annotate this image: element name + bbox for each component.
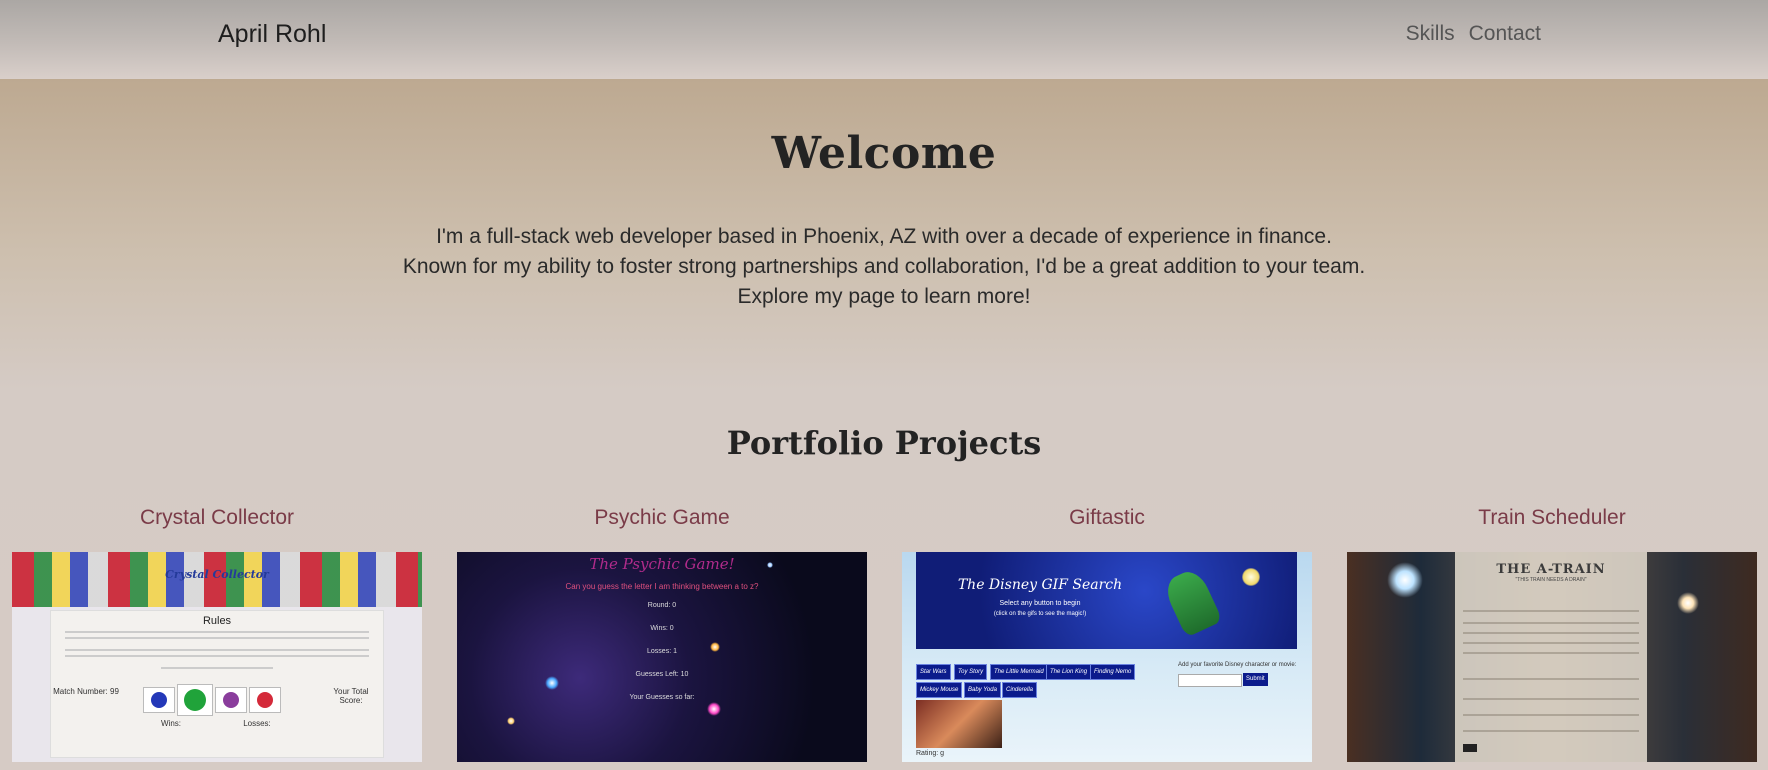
gif-button: Star Wars <box>916 664 951 680</box>
gif-button: The Lion King <box>1046 664 1092 680</box>
station-light-icon <box>1387 562 1423 598</box>
form-line <box>1463 730 1639 732</box>
wins-label: Wins: <box>161 719 181 728</box>
nav-links: Skills Contact <box>1406 22 1541 46</box>
project-thumbnail-giftastic[interactable]: The Disney GIF Search Select any button … <box>902 552 1312 762</box>
station-light-icon <box>1677 592 1699 614</box>
intro-line: I'm a full-stack web developer based in … <box>436 225 1332 248</box>
gif-button: Toy Story <box>954 664 988 680</box>
table-row <box>1463 610 1639 612</box>
star-icon <box>545 676 559 690</box>
thumb-subtitle: Select any button to begin <box>999 600 1081 607</box>
thumb-losses: Losses: 1 <box>647 648 677 655</box>
add-input <box>1178 674 1242 687</box>
main-content: Welcome I'm a full-stack web developer b… <box>0 79 1768 770</box>
nav-link-skills[interactable]: Skills <box>1406 22 1455 46</box>
project-title-train-scheduler[interactable]: Train Scheduler <box>1347 506 1757 530</box>
losses-label: Losses: <box>243 719 271 728</box>
star-icon <box>507 717 515 725</box>
thumb-heading: The Psychic Game! <box>589 555 735 573</box>
tinkerbell-icon <box>1242 568 1260 586</box>
form-line <box>1463 678 1639 680</box>
submit-button: Submit <box>1243 673 1268 686</box>
intro-text: I'm a full-stack web developer based in … <box>0 222 1768 312</box>
gif-button: The Little Mermaid <box>990 664 1048 680</box>
gif-button: Baby Yoda <box>964 682 1001 698</box>
project-title-giftastic[interactable]: Giftastic <box>902 506 1312 530</box>
rules-text-line <box>65 649 369 651</box>
purple-crystal-icon <box>215 687 247 713</box>
thumb-tagline: "THIS TRAIN NEEDS A DRAIN" <box>1515 577 1587 583</box>
navbar: April Rohl Skills Contact <box>0 0 1768 79</box>
rules-text-line <box>65 655 369 657</box>
intro-line: Known for my ability to foster strong pa… <box>402 255 1366 278</box>
thumb-heading: The Disney GIF Search <box>957 577 1123 593</box>
table-row <box>1463 652 1639 654</box>
rules-text-line <box>65 631 369 633</box>
gif-button: Finding Nemo <box>1090 664 1136 680</box>
thumb-round: Round: 0 <box>647 602 677 609</box>
welcome-title: Welcome <box>771 128 997 179</box>
red-crystal-icon <box>249 687 281 713</box>
thumb-heading: Crystal Collector <box>165 568 269 581</box>
submit-button <box>1463 744 1477 752</box>
green-crystal-icon <box>177 684 213 716</box>
gif-image <box>916 700 1002 748</box>
thumb-subtitle: (click on the gifs to see the magic!) <box>993 611 1087 617</box>
nav-link-contact[interactable]: Contact <box>1469 22 1541 46</box>
thumb-guesses-left: Guesses Left: 10 <box>635 671 689 678</box>
table-row <box>1463 642 1639 644</box>
portfolio-title: Portfolio Projects <box>726 424 1042 462</box>
rules-text-line <box>65 637 369 639</box>
add-label: Add your favorite Disney character or mo… <box>1178 662 1297 668</box>
brand-link[interactable]: April Rohl <box>218 20 326 49</box>
project-title-psychic-game[interactable]: Psychic Game <box>457 506 867 530</box>
total-score: Your Total Score: <box>333 687 369 705</box>
rules-panel: Rules Match Number: 99 Your Total Score:… <box>50 610 384 758</box>
form-line <box>1463 698 1639 700</box>
form-line <box>1463 714 1639 716</box>
rules-text-line <box>161 667 273 669</box>
gif-button: Mickey Mouse <box>916 682 963 698</box>
rules-heading: Rules <box>202 615 232 627</box>
project-thumbnail-crystal-collector[interactable]: Crystal Collector Rules Match Number: 99… <box>12 552 422 762</box>
thumb-question: Can you guess the letter I am thinking b… <box>565 582 759 591</box>
project-thumbnail-train-scheduler[interactable]: THE A-TRAIN "THIS TRAIN NEEDS A DRAIN" <box>1347 552 1757 762</box>
gif-button: Cinderella <box>1002 682 1038 698</box>
project-thumbnail-psychic-game[interactable]: The Psychic Game! Can you guess the lett… <box>457 552 867 762</box>
project-title-crystal-collector[interactable]: Crystal Collector <box>12 506 422 530</box>
thumb-wins: Wins: 0 <box>650 625 674 632</box>
thumb-guesses: Your Guesses so far: <box>629 694 695 701</box>
blue-crystal-icon <box>143 687 175 713</box>
match-number: Match Number: 99 <box>53 687 119 696</box>
star-icon <box>707 702 721 716</box>
thumb-heading: THE A-TRAIN <box>1496 562 1606 577</box>
table-row <box>1463 622 1639 624</box>
intro-line: Explore my page to learn more! <box>737 285 1031 308</box>
gif-rating: Rating: g <box>916 750 945 757</box>
table-row <box>1463 632 1639 634</box>
